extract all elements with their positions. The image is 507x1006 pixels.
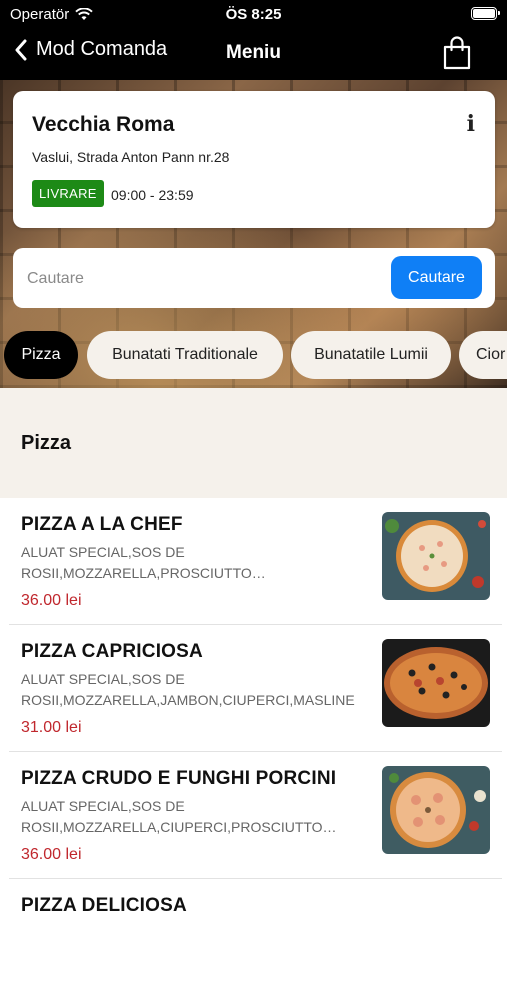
item-description-line: ALUAT SPECIAL,SOS DE xyxy=(21,798,185,814)
item-description-line: ROSII,MOZZARELLA,CIUPERCI,PROSCIUTTO… xyxy=(21,819,337,835)
item-price: 36.00 lei xyxy=(21,846,82,863)
section-header: Pizza xyxy=(0,388,507,498)
item-description-line: ALUAT SPECIAL,SOS DE xyxy=(21,671,185,687)
item-name: PIZZA CRUDO E FUNGHI PORCINI xyxy=(21,768,337,789)
back-button-label: Mod Comanda xyxy=(36,38,168,60)
item-name: PIZZA DELICIOSA xyxy=(21,895,187,916)
item-image xyxy=(382,512,490,600)
search-button[interactable]: Cautare xyxy=(391,256,482,299)
menu-item[interactable]: PIZZA DELICIOSA xyxy=(0,879,507,1006)
category-chip-cior[interactable]: Cior xyxy=(459,331,507,379)
back-button[interactable]: Mod Comanda xyxy=(14,38,167,61)
section-title: Pizza xyxy=(21,432,72,454)
status-bar: Operatör ÖS 8:25 xyxy=(0,0,507,28)
item-price: 36.00 lei xyxy=(21,592,82,609)
category-chip-bunatati-traditionale[interactable]: Bunatati Traditionale xyxy=(87,331,283,379)
info-icon[interactable]: i xyxy=(467,111,475,137)
item-description-line: ALUAT SPECIAL,SOS DE xyxy=(21,544,185,560)
restaurant-address: Vaslui, Strada Anton Pann nr.28 xyxy=(32,149,230,165)
item-description: ALUAT SPECIAL,SOS DE ROSII,MOZZARELLA,JA… xyxy=(21,669,376,711)
category-chip-pizza[interactable]: Pizza xyxy=(4,331,78,379)
item-description: ALUAT SPECIAL,SOS DE ROSII,MOZZARELLA,PR… xyxy=(21,542,376,584)
navigation-bar: Mod Comanda Meniu xyxy=(0,28,507,80)
status-time: ÖS 8:25 xyxy=(225,6,282,23)
menu-item[interactable]: PIZZA CRUDO E FUNGHI PORCINI ALUAT SPECI… xyxy=(0,752,507,879)
category-chip-bunatatile-lumii[interactable]: Bunatatile Lumii xyxy=(291,331,451,379)
menu-item[interactable]: PIZZA A LA CHEF ALUAT SPECIAL,SOS DE ROS… xyxy=(0,498,507,625)
item-price: 31.00 lei xyxy=(21,719,82,736)
battery-icon xyxy=(471,7,500,20)
restaurant-name: Vecchia Roma xyxy=(32,113,175,136)
restaurant-card: Vecchia Roma i Vaslui, Strada Anton Pann… xyxy=(13,91,495,228)
chevron-left-icon xyxy=(15,39,27,60)
opening-hours: 09:00 - 23:59 xyxy=(111,187,194,203)
item-description-line: ROSII,MOZZARELLA,PROSCIUTTO… xyxy=(21,565,266,581)
search-input[interactable] xyxy=(25,262,389,296)
menu-item[interactable]: PIZZA CAPRICIOSA ALUAT SPECIAL,SOS DE RO… xyxy=(0,625,507,752)
shopping-bag-icon[interactable] xyxy=(442,36,472,70)
item-description-line: ROSII,MOZZARELLA,JAMBON,CIUPERCI,MASLINE xyxy=(21,692,355,708)
item-image xyxy=(382,766,490,854)
search-bar: Cautare xyxy=(13,248,495,308)
category-chips: Pizza Bunatati Traditionale Bunatatile L… xyxy=(0,330,507,380)
delivery-badge: LIVRARE xyxy=(32,180,104,207)
item-description: ALUAT SPECIAL,SOS DE ROSII,MOZZARELLA,CI… xyxy=(21,796,376,838)
item-name: PIZZA A LA CHEF xyxy=(21,514,183,535)
item-name: PIZZA CAPRICIOSA xyxy=(21,641,203,662)
item-image xyxy=(382,639,490,727)
